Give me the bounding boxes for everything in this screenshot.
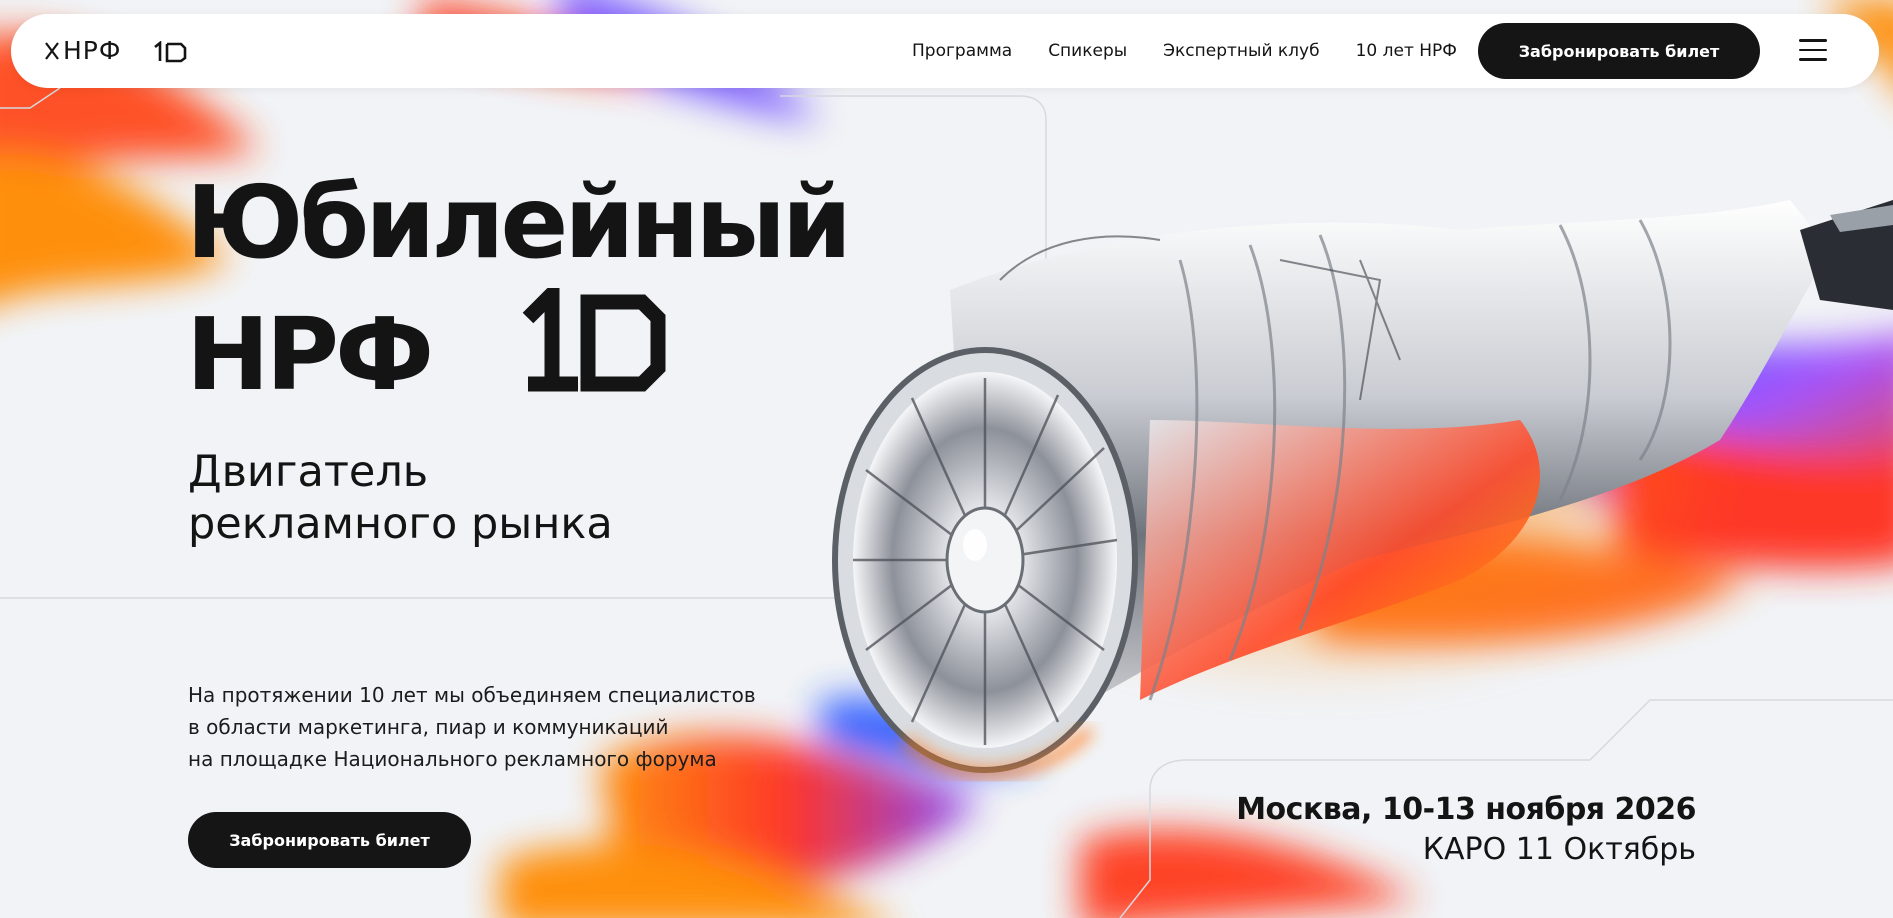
subtitle-line: Двигатель xyxy=(188,447,429,497)
jet-engine-illustration xyxy=(832,200,1893,778)
ten-logo-icon xyxy=(154,41,187,63)
description-line: в области маркетинга, пиар и коммуникаци… xyxy=(188,715,669,739)
burger-menu-icon[interactable] xyxy=(1799,39,1827,61)
book-ticket-button[interactable]: Забронировать билет xyxy=(1478,23,1760,79)
hero-subtitle: Двигатель рекламного рынка xyxy=(188,446,808,550)
ten-logo-icon xyxy=(522,288,666,392)
hero-description: На протяжении 10 лет мы объединяем специ… xyxy=(188,679,808,775)
event-info: Москва, 10-13 ноября 2026 КАРО 11 Октябр… xyxy=(1236,790,1696,870)
x-mark-icon xyxy=(45,42,59,60)
top-header: НРФ Программа Спикеры Экспертный клуб 10… xyxy=(11,14,1879,88)
logo[interactable]: НРФ xyxy=(45,35,195,67)
description-line: На протяжении 10 лет мы объединяем специ… xyxy=(188,683,756,707)
nav-10-years[interactable]: 10 лет НРФ xyxy=(1356,41,1457,61)
hero-book-ticket-button[interactable]: Забронировать билет xyxy=(188,812,471,868)
hero-title-line1: Юбилейный xyxy=(186,164,852,281)
description-line: на площадке Национального рекламного фор… xyxy=(188,747,717,771)
nav-program[interactable]: Программа xyxy=(912,41,1012,61)
main-nav: Программа Спикеры Экспертный клуб 10 лет… xyxy=(912,14,1457,88)
event-venue: КАРО 11 Октябрь xyxy=(1422,832,1696,867)
logo-text: НРФ xyxy=(63,36,122,65)
nav-expert-club[interactable]: Экспертный клуб xyxy=(1163,41,1319,61)
nav-speakers[interactable]: Спикеры xyxy=(1048,41,1127,61)
subtitle-line: рекламного рынка xyxy=(188,499,613,549)
event-date: Москва, 10-13 ноября 2026 xyxy=(1236,792,1696,827)
hero-title-line2: НРФ xyxy=(186,296,434,413)
